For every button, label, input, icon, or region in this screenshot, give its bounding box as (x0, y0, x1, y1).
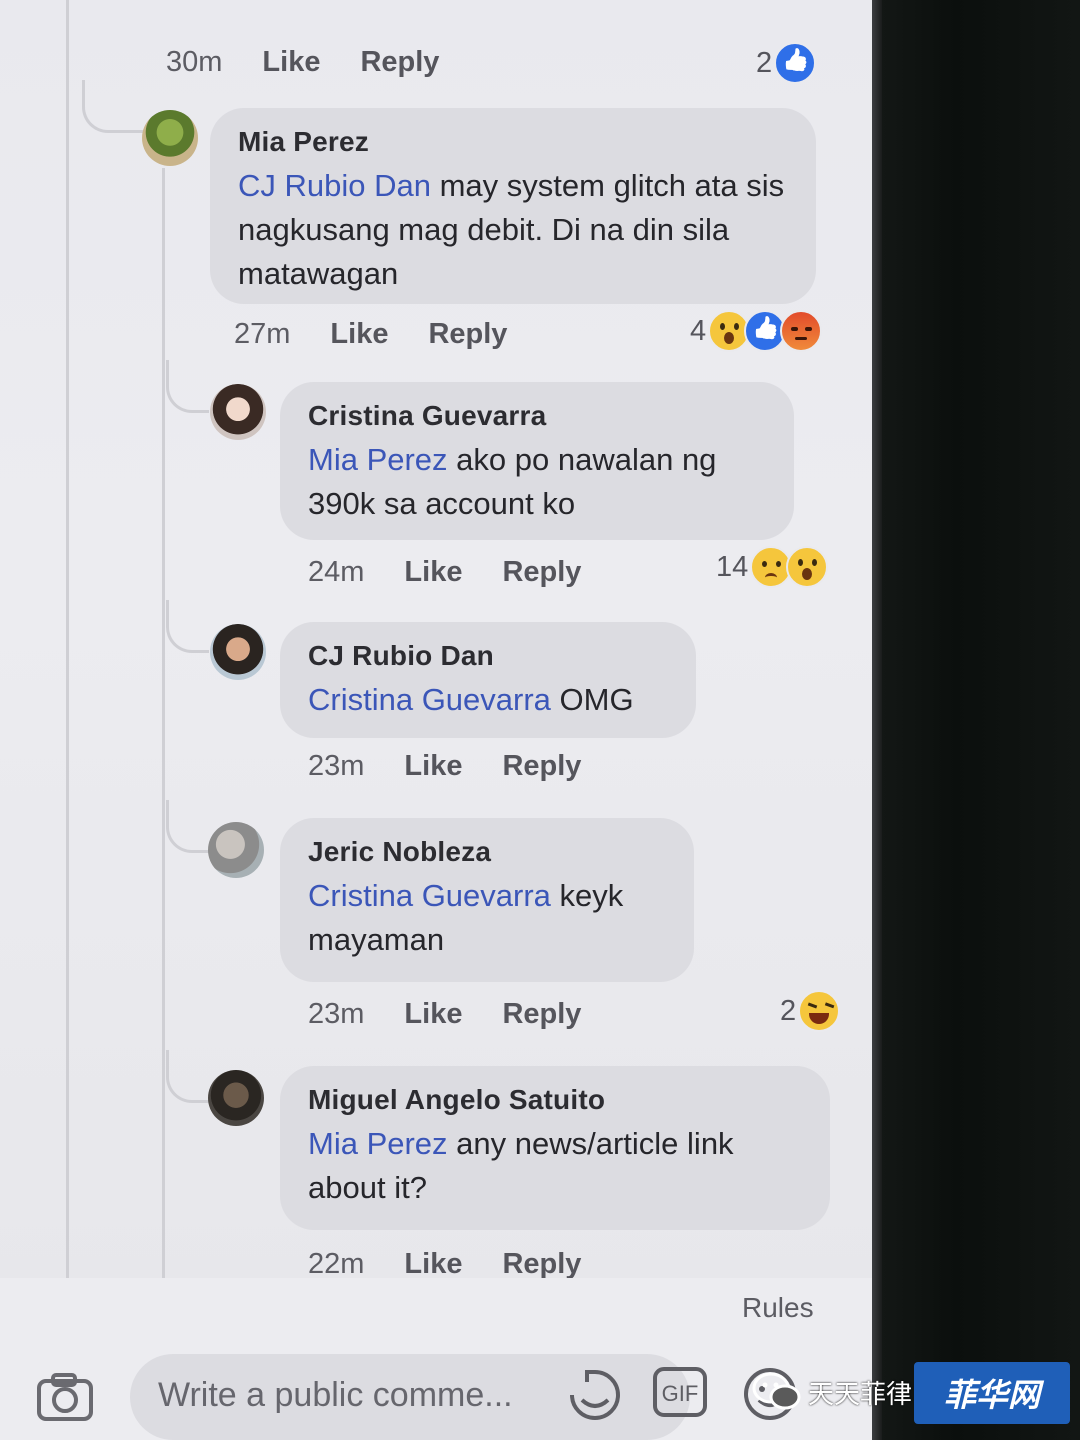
like-button[interactable]: Like (404, 1248, 462, 1281)
reaction-summary[interactable]: 2 (780, 990, 841, 1032)
watermark: 天天菲律 (752, 1364, 912, 1420)
haha-reaction-icon (798, 990, 841, 1032)
commenter-name[interactable]: Mia Perez (238, 126, 790, 158)
like-button[interactable]: Like (330, 318, 388, 351)
angry-reaction-icon (780, 310, 823, 352)
comment-bubble[interactable]: Cristina Guevarra Mia Perez ako po nawal… (280, 382, 794, 540)
wechat-icon (752, 1372, 801, 1410)
thread-connector (166, 600, 209, 653)
comment-text: Mia Perez any news/article link about it… (308, 1122, 804, 1210)
avatar[interactable] (210, 384, 266, 440)
rules-link[interactable]: Rules (742, 1292, 814, 1324)
reaction-count: 4 (690, 314, 707, 347)
reply-button[interactable]: Reply (502, 998, 581, 1031)
reply-button[interactable]: Reply (428, 318, 507, 351)
mention-link[interactable]: Mia Perez (308, 1126, 448, 1161)
reaction-count: 14 (716, 550, 749, 583)
mention-link[interactable]: Mia Perez (308, 442, 448, 477)
comment-meta: 22m Like Reply (308, 1248, 581, 1281)
reaction-count: 2 (780, 994, 797, 1027)
phone-edge (872, 0, 882, 1440)
reply-button[interactable]: Reply (502, 556, 581, 589)
avatar[interactable] (208, 1070, 264, 1126)
comment-meta: 24m Like Reply (308, 556, 581, 589)
reply-button[interactable]: Reply (502, 750, 581, 783)
reaction-summary[interactable]: 2 (756, 42, 817, 84)
reply-button[interactable]: Reply (502, 1248, 581, 1281)
thread-connector (166, 800, 209, 853)
thread-connector (166, 1050, 209, 1103)
commenter-name[interactable]: Cristina Guevarra (308, 400, 768, 432)
thread-connector (166, 360, 209, 413)
reaction-summary[interactable]: 14 (716, 546, 829, 588)
thread-connector (82, 80, 145, 133)
comments-screen: 30m Like Reply 2 Mia Perez CJ Rubio Dan … (0, 0, 872, 1440)
comment-time: 22m (308, 1248, 365, 1280)
commenter-name[interactable]: CJ Rubio Dan (308, 640, 670, 672)
reaction-summary[interactable]: 4 (690, 310, 823, 352)
comment-text: Cristina Guevarra OMG (308, 678, 670, 722)
comment-text: CJ Rubio Dan may system glitch ata sis n… (238, 164, 790, 296)
watermark-badge: 菲华网 (914, 1362, 1070, 1424)
wow-reaction-icon (786, 546, 829, 588)
sticker-icon[interactable] (566, 1366, 624, 1424)
comment-time: 23m (308, 998, 365, 1030)
gif-icon[interactable]: GIF (652, 1366, 708, 1418)
phone-bezel (872, 0, 1080, 1440)
gif-label: GIF (662, 1381, 699, 1406)
comment-bubble[interactable]: Mia Perez CJ Rubio Dan may system glitch… (210, 108, 816, 304)
comment-meta: 23m Like Reply (308, 998, 581, 1031)
comment-text: Cristina Guevarra keyk mayaman (308, 874, 668, 962)
mention-link[interactable]: Cristina Guevarra (308, 682, 551, 717)
comment-body: OMG (550, 682, 634, 717)
like-button[interactable]: Like (262, 46, 320, 79)
comment-text: Mia Perez ako po nawalan ng 390k sa acco… (308, 438, 768, 526)
comment-time: 23m (308, 750, 365, 782)
comment-meta: 27m Like Reply (234, 318, 507, 351)
reaction-count: 2 (756, 46, 773, 79)
comment-time: 24m (308, 556, 365, 588)
comment-bubble[interactable]: Miguel Angelo Satuito Mia Perez any news… (280, 1066, 830, 1230)
comment-bubble[interactable]: Jeric Nobleza Cristina Guevarra keyk may… (280, 818, 694, 982)
comment-meta: 23m Like Reply (308, 750, 581, 783)
mention-link[interactable]: Cristina Guevarra (308, 878, 551, 913)
mention-link[interactable]: CJ Rubio Dan (238, 168, 431, 203)
commenter-name[interactable]: Jeric Nobleza (308, 836, 668, 868)
watermark-text: 天天菲律 (808, 1379, 913, 1410)
like-reaction-icon (774, 42, 817, 84)
like-button[interactable]: Like (404, 750, 462, 783)
comment-time: 30m (166, 46, 223, 78)
comment-meta: 30m Like Reply (166, 46, 439, 79)
reply-button[interactable]: Reply (360, 46, 439, 79)
comment-time: 27m (234, 318, 291, 350)
thread-line-outer (66, 0, 69, 1280)
like-button[interactable]: Like (404, 998, 462, 1031)
avatar[interactable] (208, 822, 264, 878)
comment-bubble[interactable]: CJ Rubio Dan Cristina Guevarra OMG (280, 622, 696, 738)
avatar[interactable] (210, 624, 266, 680)
avatar[interactable] (142, 110, 198, 166)
like-button[interactable]: Like (404, 556, 462, 589)
thread-line-inner (162, 168, 165, 1280)
commenter-name[interactable]: Miguel Angelo Satuito (308, 1084, 804, 1116)
camera-icon[interactable] (36, 1372, 94, 1422)
